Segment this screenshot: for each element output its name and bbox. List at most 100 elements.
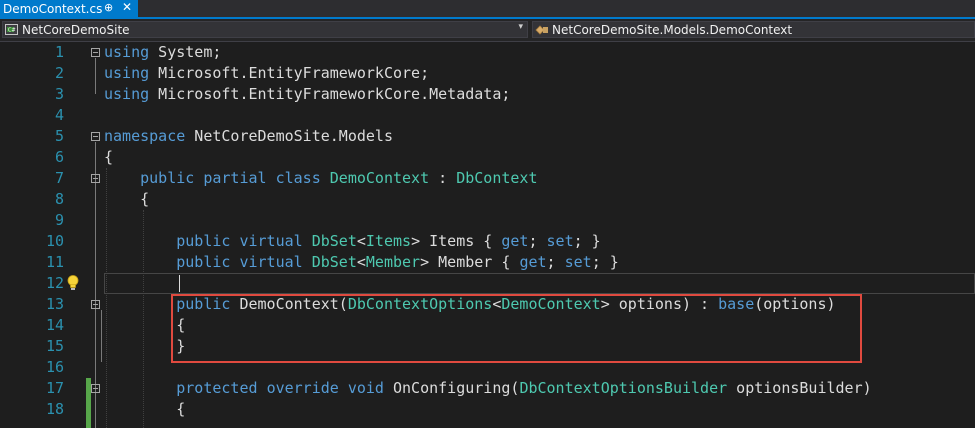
keyword-token: using	[104, 43, 150, 61]
line-number: 16	[45, 358, 64, 376]
keyword-token: virtual	[239, 253, 303, 271]
class-icon	[535, 24, 549, 36]
type-token: Member	[365, 253, 421, 271]
fold-toggle-icon[interactable]	[91, 300, 100, 309]
fold-toggle-icon[interactable]	[91, 384, 100, 393]
line-number: 10	[45, 232, 64, 250]
code-line[interactable]: public partial class DemoContext : DbCon…	[104, 168, 537, 189]
tab-title: DemoContext.cs	[3, 1, 103, 16]
type-token: Items	[365, 232, 412, 250]
keyword-token: class	[275, 169, 321, 187]
line-number: 13	[45, 295, 64, 313]
line-number: 1	[54, 43, 64, 61]
keyword-token: virtual	[239, 232, 303, 250]
code-line[interactable]: namespace NetCoreDemoSite.Models	[104, 126, 393, 147]
line-number: 4	[54, 106, 64, 124]
keyword-token: override	[266, 379, 339, 397]
line-number: 17	[45, 379, 64, 397]
line-number: 2	[54, 64, 64, 82]
indent-guide	[106, 168, 107, 428]
line-number: 9	[54, 211, 64, 229]
code-token: :	[429, 169, 457, 187]
code-line[interactable]: using Microsoft.EntityFrameworkCore.Meta…	[104, 84, 510, 105]
code-line[interactable]: {	[104, 147, 113, 168]
keyword-token: protected	[176, 379, 258, 397]
code-token: ; }	[573, 232, 601, 250]
project-dropdown[interactable]: C# NetCoreDemoSite ▾	[2, 21, 528, 38]
change-indicator	[86, 378, 91, 428]
code-line[interactable]: {	[104, 399, 185, 420]
document-tab-strip: DemoContext.cs ⊕ ✕	[0, 0, 975, 19]
csharp-project-icon: C#	[5, 23, 19, 36]
keyword-token: set	[564, 253, 592, 271]
tab-democontext[interactable]: DemoContext.cs ⊕ ✕	[0, 0, 138, 17]
line-number: 7	[54, 169, 64, 187]
code-line[interactable]: using System;	[104, 42, 221, 63]
type-token: DemoContext	[329, 169, 430, 187]
code-token: > Member {	[420, 253, 520, 271]
lightbulb-icon[interactable]	[66, 274, 80, 292]
code-token: {	[104, 190, 150, 208]
keyword-token: public	[176, 253, 231, 271]
keyword-token: get	[519, 253, 547, 271]
code-token: Microsoft.EntityFrameworkCore.Metadata;	[149, 85, 511, 103]
line-number: 14	[45, 316, 64, 334]
keyword-token: set	[546, 232, 574, 250]
text-caret	[179, 275, 180, 292]
class-dropdown[interactable]: NetCoreDemoSite.Models.DemoContext	[532, 21, 975, 38]
close-icon[interactable]: ✕	[122, 0, 132, 14]
keyword-token: using	[104, 85, 150, 103]
type-token: DbSet	[311, 253, 357, 271]
keyword-token: partial	[203, 169, 267, 187]
code-token: <	[356, 232, 366, 250]
code-line[interactable]: protected override void OnConfiguring(Db…	[104, 378, 872, 399]
code-line[interactable]: {	[104, 189, 149, 210]
line-number: 11	[45, 253, 64, 271]
fold-toggle-icon[interactable]	[91, 48, 100, 57]
code-token: ; }	[591, 253, 619, 271]
code-token: optionsBuilder)	[727, 379, 872, 397]
code-line[interactable]: using Microsoft.EntityFrameworkCore;	[104, 63, 429, 84]
indent-guide	[143, 210, 144, 428]
pin-icon[interactable]: ⊕	[104, 1, 113, 14]
code-line[interactable]: public virtual DbSet<Items> Items { get;…	[104, 231, 601, 252]
keyword-token: namespace	[104, 127, 186, 145]
code-token: <	[356, 253, 366, 271]
line-number: 18	[45, 400, 64, 418]
outline-line	[95, 58, 96, 94]
project-name: NetCoreDemoSite	[22, 22, 130, 37]
outline-line	[101, 310, 102, 362]
chevron-down-icon: ▾	[518, 22, 523, 32]
code-line[interactable]: public virtual DbSet<Member> Member { ge…	[104, 252, 619, 273]
line-number: 8	[54, 190, 64, 208]
current-line	[104, 273, 975, 294]
keyword-token: get	[501, 232, 529, 250]
line-number: 6	[54, 148, 64, 166]
keyword-token: using	[104, 64, 150, 82]
type-token: DbContextOptionsBuilder	[519, 379, 728, 397]
line-number: 15	[45, 337, 64, 355]
line-number: 12	[45, 274, 64, 292]
fold-toggle-icon[interactable]	[91, 132, 100, 141]
line-number: 3	[54, 85, 64, 103]
code-token: > Items {	[411, 232, 502, 250]
code-token: Microsoft.EntityFrameworkCore;	[149, 64, 430, 82]
keyword-token: public	[140, 169, 195, 187]
keyword-token: void	[347, 379, 384, 397]
class-path: NetCoreDemoSite.Models.DemoContext	[552, 22, 793, 37]
line-number: 5	[54, 127, 64, 145]
highlight-box	[171, 294, 862, 363]
svg-text:C#: C#	[8, 27, 16, 33]
fold-toggle-icon[interactable]	[91, 174, 100, 183]
code-editor[interactable]: 1 2 3 4 5 6 7 8 9 10 11 12 13 14 15 16 17 18 using System…	[0, 42, 975, 428]
